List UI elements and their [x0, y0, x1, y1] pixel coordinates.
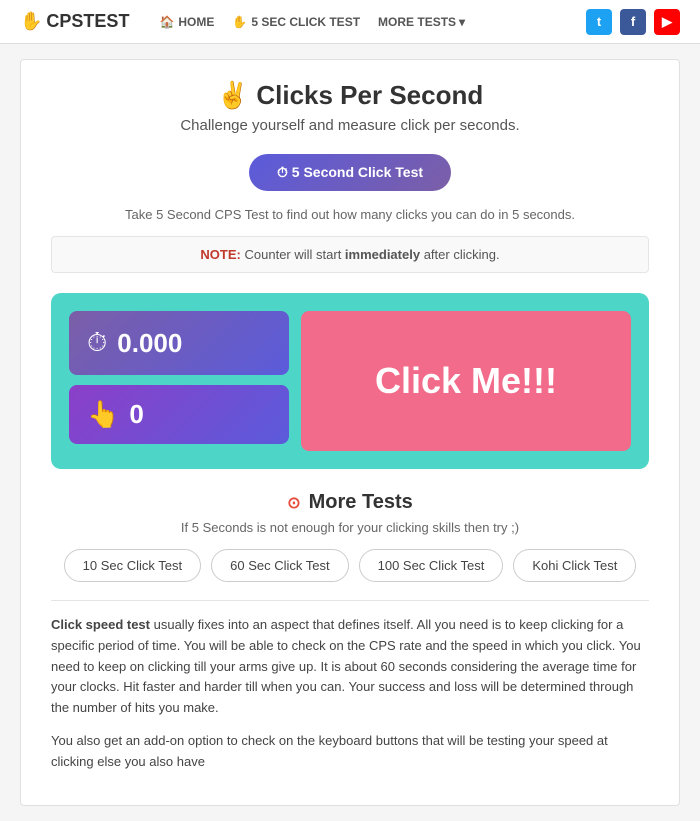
description-section: Click speed test usually fixes into an a…	[51, 615, 649, 773]
more-tests-section: ⊙ More Tests If 5 Seconds is not enough …	[51, 491, 649, 582]
cta-button[interactable]: ⏱ 5 Second Click Test	[249, 154, 451, 191]
click-me-button[interactable]: Click Me!!!	[301, 311, 631, 451]
social-icons: t f ▶	[586, 9, 680, 35]
note-label: NOTE:	[200, 247, 240, 262]
game-area: ⏱ 0.000 👆 0 Click Me!!!	[51, 293, 649, 469]
desc-bold: Click speed test	[51, 617, 150, 632]
nav-home[interactable]: 🏠 HOME	[159, 15, 214, 29]
cta-description: Take 5 Second CPS Test to find out how m…	[51, 207, 649, 222]
nav-5sec-label: 5 SEC CLICK TEST	[251, 15, 360, 29]
nav-links: 🏠 HOME ✋ 5 SEC CLICK TEST MORE TESTS ▾	[159, 15, 586, 29]
kohi-button[interactable]: Kohi Click Test	[513, 549, 636, 582]
60sec-button[interactable]: 60 Sec Click Test	[211, 549, 348, 582]
clock-icon: ⏱	[87, 327, 107, 359]
nav-more-label: MORE TESTS	[378, 15, 456, 29]
twitter-icon[interactable]: t	[586, 9, 612, 35]
clicks-stat: 👆 0	[69, 385, 289, 444]
100sec-button[interactable]: 100 Sec Click Test	[359, 549, 504, 582]
time-stat: ⏱ 0.000	[69, 311, 289, 375]
site-logo[interactable]: ✋ CPSTEST	[20, 11, 129, 32]
note-box: NOTE: Counter will start immediately aft…	[51, 236, 649, 273]
nav-home-label: HOME	[178, 15, 214, 29]
logo-text: CPSTEST	[46, 11, 129, 32]
more-tests-icon: ⊙	[287, 493, 300, 513]
more-tests-subtitle: If 5 Seconds is not enough for your clic…	[51, 520, 649, 535]
clicks-value: 0	[129, 399, 143, 430]
cursor-icon: 👆	[87, 399, 119, 430]
description-para2: You also get an add-on option to check o…	[51, 731, 649, 773]
facebook-icon[interactable]: f	[620, 9, 646, 35]
cta-label: 5 Second Click Test	[292, 164, 423, 180]
description-para1: Click speed test usually fixes into an a…	[51, 615, 649, 719]
cta-icon: ⏱	[277, 164, 288, 180]
logo-icon: ✋	[20, 11, 42, 32]
page-title: ✌️ Clicks Per Second	[51, 80, 649, 111]
title-icon: ✌️	[217, 80, 249, 110]
home-icon: 🏠	[159, 15, 174, 29]
test-buttons: 10 Sec Click Test 60 Sec Click Test 100 …	[51, 549, 649, 582]
navbar: ✋ CPSTEST 🏠 HOME ✋ 5 SEC CLICK TEST MORE…	[0, 0, 700, 44]
chevron-down-icon: ▾	[459, 15, 465, 29]
nav-more-tests[interactable]: MORE TESTS ▾	[378, 15, 465, 29]
divider	[51, 600, 649, 601]
page-subtitle: Challenge yourself and measure click per…	[51, 117, 649, 134]
click-icon: ✋	[232, 15, 247, 29]
nav-5sec[interactable]: ✋ 5 SEC CLICK TEST	[232, 15, 360, 29]
game-stats: ⏱ 0.000 👆 0	[69, 311, 289, 451]
10sec-button[interactable]: 10 Sec Click Test	[64, 549, 201, 582]
more-tests-title: ⊙ More Tests	[51, 491, 649, 514]
youtube-icon[interactable]: ▶	[654, 9, 680, 35]
title-text: Clicks Per Second	[256, 80, 483, 110]
main-content: ✌️ Clicks Per Second Challenge yourself …	[20, 59, 680, 806]
time-value: 0.000	[117, 328, 182, 359]
note-emphasis: immediately	[345, 247, 420, 262]
note-text2: after clicking.	[424, 247, 500, 262]
note-text: Counter will start	[245, 247, 345, 262]
more-tests-heading: More Tests	[309, 491, 413, 514]
